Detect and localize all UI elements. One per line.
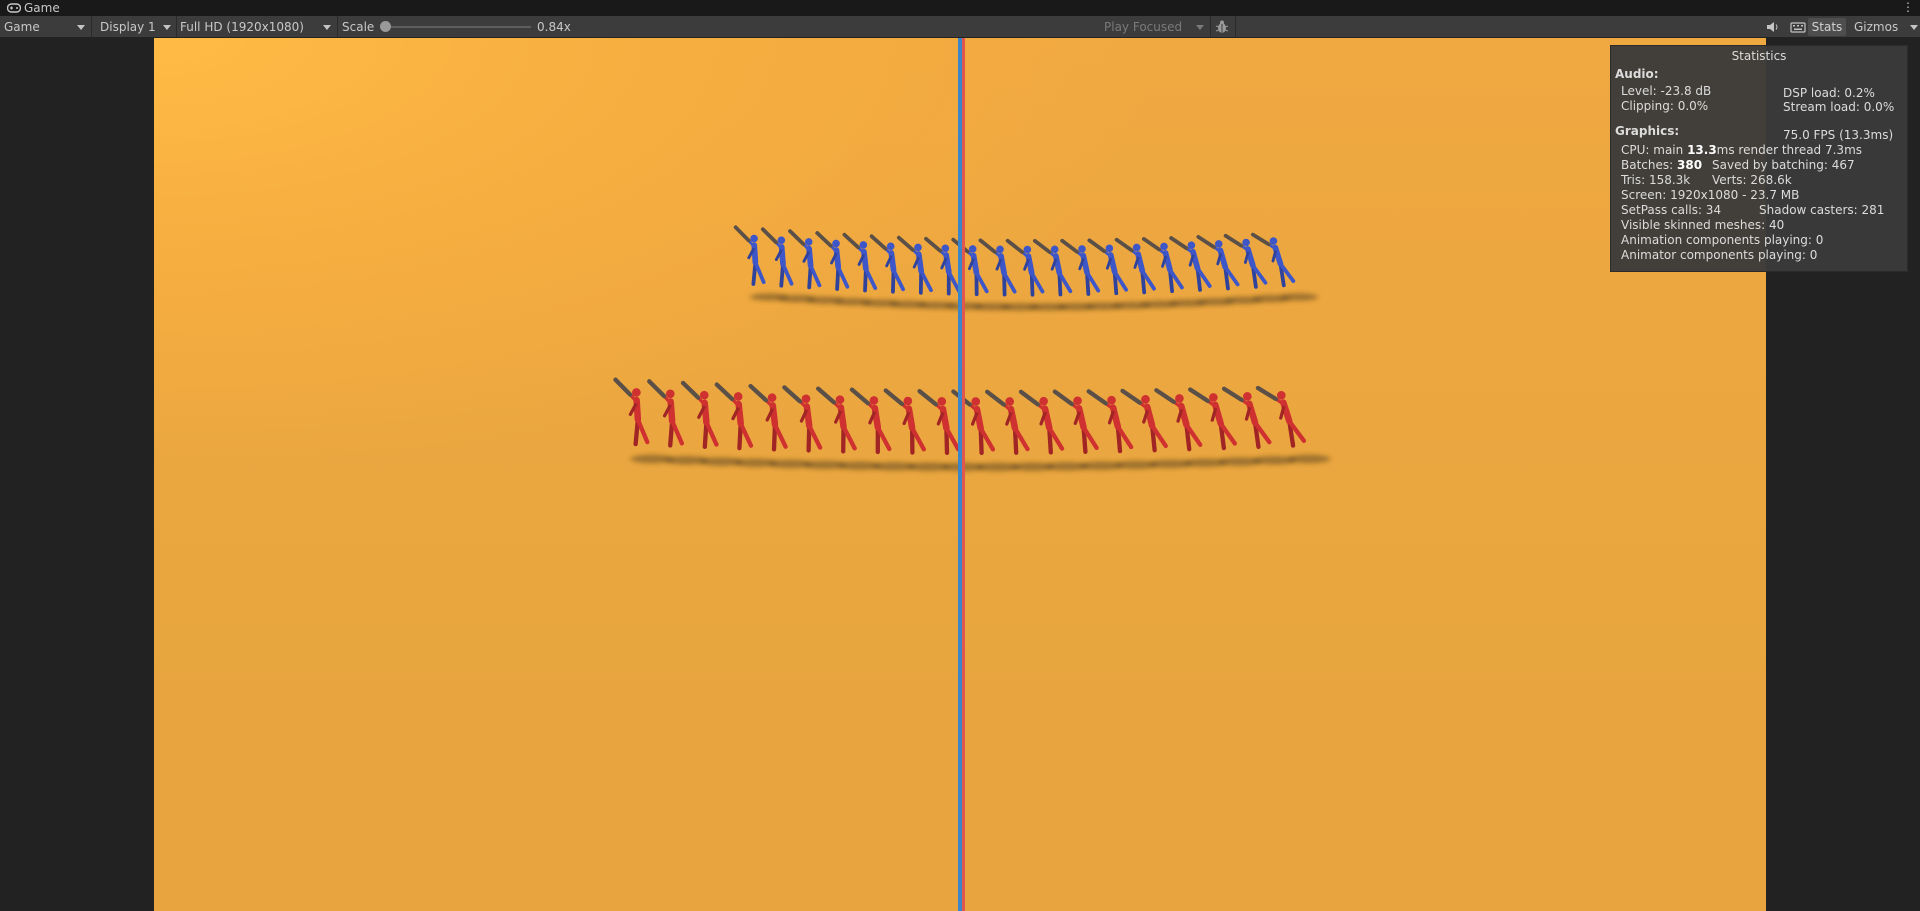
blue-team-unit [815,231,850,291]
view-mode-value: Game [4,20,40,34]
resolution-dropdown[interactable]: Full HD (1920x1080) [176,18,336,36]
cpu-suffix: ms render thread 7.3ms [1716,143,1863,157]
display-dropdown[interactable]: Display 1 [96,18,176,36]
play-mode-dropdown[interactable]: Play Focused [1099,18,1209,36]
toolbar-divider [1210,16,1211,38]
blue-team-unit [760,227,794,288]
blue-team-unit [1250,232,1296,288]
center-divider-line [958,38,965,911]
gamepad-icon [7,3,21,13]
game-view-toolbar: Game Display 1 Full HD (1920x1080) Scale… [0,16,1920,38]
red-team-unit [680,380,719,450]
dsp-load: DSP load: 0.2% [1783,86,1875,100]
blue-team-unit [842,232,878,293]
window-menu-button[interactable]: ⋮ [1902,1,1914,13]
red-team-unit [917,388,961,455]
red-team-unit [815,386,857,454]
unit-shadow [1287,454,1331,464]
view-mode-dropdown[interactable]: Game [0,18,90,36]
setpass-calls: SetPass calls: 34 [1621,203,1722,217]
statistics-panel: Statistics Audio: Level: -23.8 dB Clippi… [1610,45,1908,272]
speaker-icon[interactable] [1762,18,1782,36]
audio-level: Level: -23.8 dB [1621,84,1712,98]
blue-team-unit [733,225,766,286]
cpu-main-value: 13.3 [1687,143,1717,157]
chevron-down-icon [163,25,171,30]
shadow-casters: Shadow casters: 281 [1759,203,1885,217]
red-team-unit [748,383,788,452]
toolbar-divider [91,16,92,38]
tris-count: Tris: 158.3k [1621,173,1691,187]
animator-components: Animator components playing: 0 [1621,248,1818,262]
red-team-unit [782,385,823,453]
gizmos-label: Gizmos [1854,20,1899,34]
verts-count: Verts: 268.6k [1712,173,1792,187]
bug-icon[interactable] [1213,18,1231,36]
toolbar-divider [1235,16,1236,38]
red-team-unit [849,387,892,455]
fps-readout: 75.0 FPS (13.3ms) [1783,128,1894,142]
red-team-unit [883,388,926,455]
scale-label: Scale [342,20,375,34]
toolbar-divider [337,16,338,38]
blue-team-unit [1223,233,1268,289]
resolution-value: Full HD (1920x1080) [180,20,304,34]
screen-info: Screen: 1920x1080 - 23.7 MB [1621,188,1800,202]
keyboard-icon[interactable] [1788,18,1808,36]
chevron-down-icon [77,25,85,30]
audio-clipping: Clipping: 0.0% [1621,99,1709,113]
cpu-prefix: CPU: main [1621,143,1688,157]
scale-slider-thumb[interactable] [380,21,391,32]
red-team-unit [647,379,685,448]
audio-header: Audio: [1615,67,1659,81]
title-bar: Game ⋮ [0,0,1920,16]
visible-skinned-meshes: Visible skinned meshes: 40 [1621,218,1785,232]
scale-slider-track[interactable] [386,26,531,28]
graphics-header: Graphics: [1615,124,1680,138]
unit-shadow [1280,293,1318,301]
blue-team-units [733,225,1296,297]
animation-components: Animation components playing: 0 [1621,233,1824,247]
cpu-timing: CPU: main 13.3ms render thread 7.3ms [1621,143,1862,157]
red-team-unit [714,382,754,451]
chevron-down-icon [1910,25,1918,30]
saved-by-batching: Saved by batching: 467 [1712,158,1855,172]
red-team-unit [613,377,650,447]
play-mode-value: Play Focused [1104,20,1183,34]
stats-toggle-button[interactable]: Stats [1808,18,1846,36]
display-value: Display 1 [100,20,156,34]
game-viewport[interactable] [154,38,1766,911]
game-tab-title[interactable]: Game [24,1,60,15]
gizmos-dropdown[interactable]: Gizmos [1850,18,1920,36]
batches: Batches: 380 [1621,158,1702,172]
blue-team-unit [788,229,822,290]
batches-value: 380 [1677,158,1703,172]
game-scene [613,38,1331,911]
batches-prefix: Batches: [1621,158,1677,172]
stream-load: Stream load: 0.0% [1783,100,1895,114]
stats-title: Statistics [1731,49,1787,63]
chevron-down-icon [1196,25,1204,30]
scale-value: 0.84x [537,20,571,34]
chevron-down-icon [323,25,331,30]
